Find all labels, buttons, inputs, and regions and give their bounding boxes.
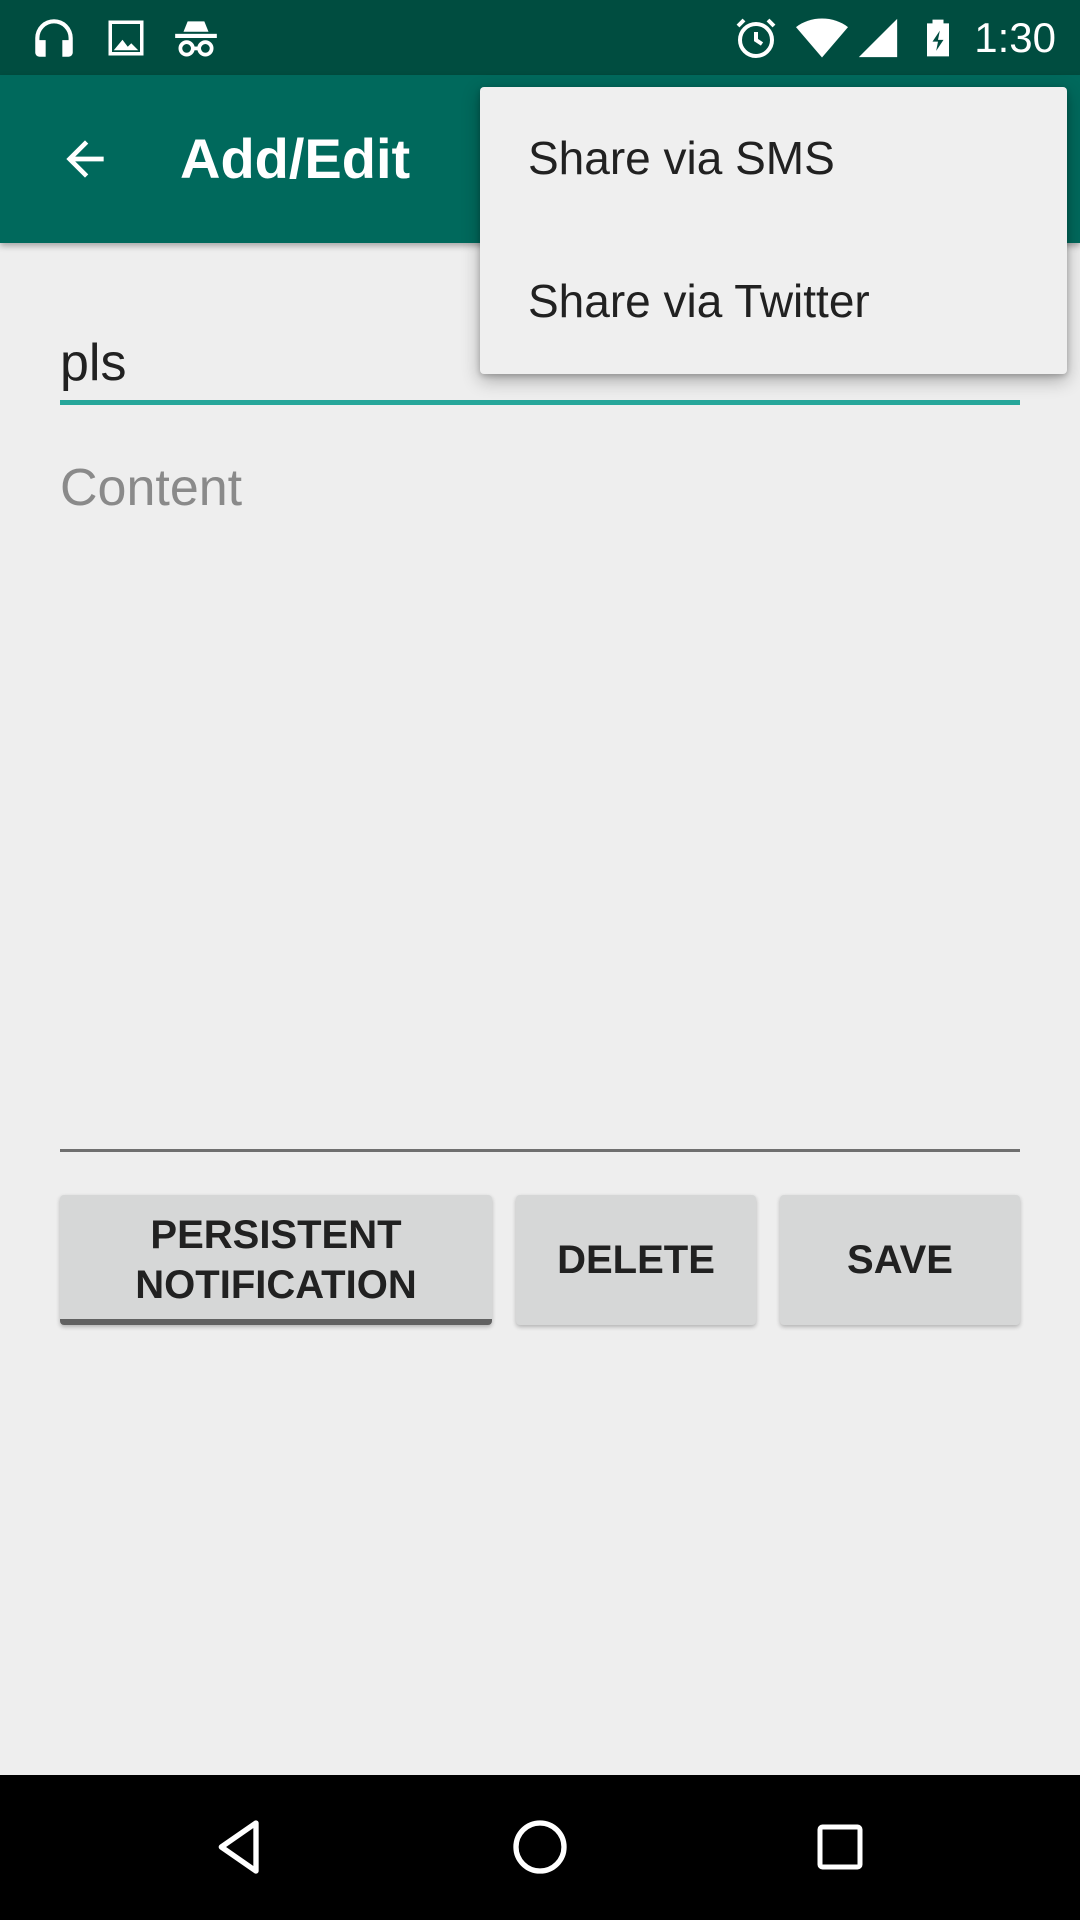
content-input-underline xyxy=(60,1149,1020,1152)
arrow-back-icon xyxy=(66,140,104,178)
content-input[interactable] xyxy=(60,458,1020,1138)
incognito-icon xyxy=(170,12,222,64)
focus-indicator xyxy=(60,1319,492,1325)
overflow-menu: Share via SMS Share via Twitter xyxy=(480,87,1067,374)
nav-recents-button[interactable] xyxy=(790,1797,890,1897)
status-time: 1:30 xyxy=(974,14,1056,61)
save-button[interactable]: SAVE xyxy=(780,1195,1020,1325)
edit-form: PERSISTENT NOTIFICATION DELETE SAVE xyxy=(0,243,1080,1775)
delete-button[interactable]: DELETE xyxy=(516,1195,756,1325)
persistent-notification-button[interactable]: PERSISTENT NOTIFICATION xyxy=(60,1195,492,1325)
cell-signal-icon xyxy=(852,12,904,64)
battery-charging-icon xyxy=(912,12,964,64)
page-title: Add/Edit xyxy=(180,127,411,190)
wifi-icon xyxy=(796,12,848,64)
image-icon xyxy=(100,12,152,64)
alarm-icon xyxy=(730,12,782,64)
recents-square-icon xyxy=(817,1824,863,1870)
back-button[interactable] xyxy=(40,119,130,199)
persistent-label-line1: PERSISTENT xyxy=(150,1213,402,1257)
back-triangle-icon xyxy=(218,1820,259,1874)
persistent-label-line2: NOTIFICATION xyxy=(135,1263,417,1307)
menu-item-share-sms[interactable]: Share via SMS xyxy=(480,87,1067,230)
nav-back-button[interactable] xyxy=(190,1797,290,1897)
title-input-underline xyxy=(60,400,1020,405)
home-circle-icon xyxy=(513,1820,567,1874)
status-bar: 1:30 xyxy=(0,0,1080,75)
headphones-icon xyxy=(28,12,80,64)
nav-home-button[interactable] xyxy=(490,1797,590,1897)
navigation-bar xyxy=(0,1775,1080,1920)
menu-item-share-twitter[interactable]: Share via Twitter xyxy=(480,230,1067,373)
